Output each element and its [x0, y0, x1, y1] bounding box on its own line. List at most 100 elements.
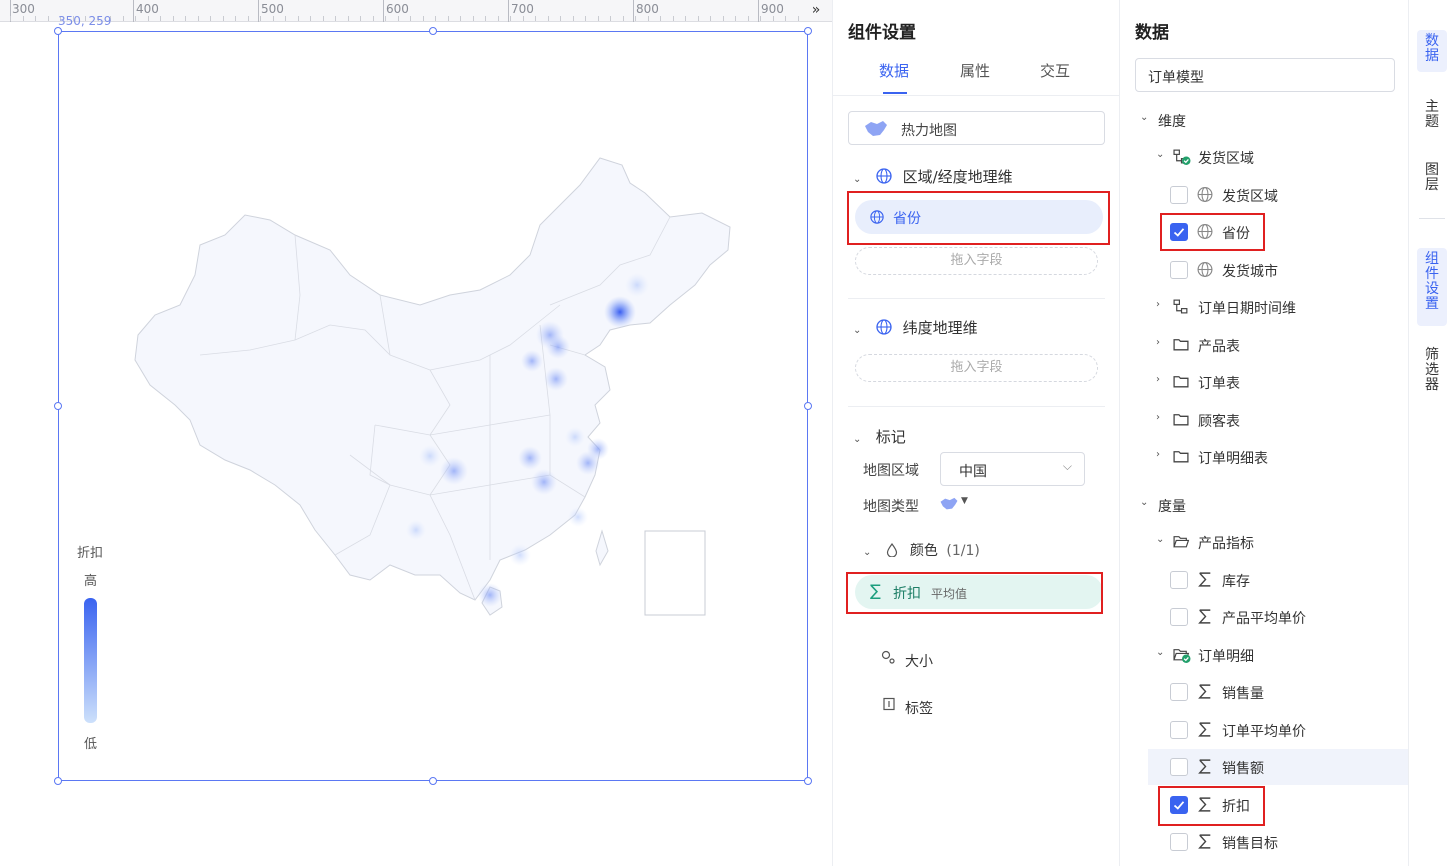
field-row[interactable]: 销售量 [1120, 677, 1408, 707]
tree-node[interactable]: › 订单表 [1120, 367, 1408, 397]
chevron-down-icon: ⌵ [1062, 459, 1072, 473]
resize-handle-bottom-right[interactable] [804, 777, 812, 785]
ruler-tick [172, 16, 174, 21]
field-row[interactable]: 订单平均单价 [1120, 715, 1408, 745]
ruler-tick [22, 16, 24, 21]
field-checkbox[interactable] [1170, 260, 1188, 279]
resize-handle-top-right[interactable] [804, 27, 812, 35]
section-lat-header[interactable]: ⌄ 纬度地理维 [853, 317, 978, 338]
tree-label: 订单明细表 [1198, 451, 1268, 467]
field-checkbox[interactable] [1170, 185, 1188, 204]
resize-handle-bottom[interactable] [429, 777, 437, 785]
chevron-right-icon[interactable]: › [1156, 449, 1160, 460]
tab-interaction[interactable]: 交互 [1040, 60, 1070, 81]
field-row[interactable]: 发货区域 [1120, 180, 1408, 210]
tree-node[interactable]: › 订单日期时间维 [1120, 292, 1408, 322]
field-checkbox[interactable] [1170, 720, 1188, 739]
tree-label: 库存 [1222, 573, 1250, 590]
ruler-tick [310, 16, 311, 21]
rail-item[interactable]: 主题 [1417, 96, 1447, 138]
field-row[interactable]: 库存 [1120, 565, 1408, 595]
section-geo-header[interactable]: ⌄ 区域/经度地理维 [853, 166, 1013, 187]
field-row[interactable]: 销售目标 [1120, 827, 1408, 857]
tree-node[interactable]: ⌄ 发货区域 [1120, 142, 1408, 172]
ruler-tick [510, 16, 511, 21]
ruler-label: 500 [261, 2, 284, 16]
chevron-down-icon[interactable]: ⌄ [1156, 647, 1164, 658]
field-checkbox[interactable] [1170, 608, 1188, 626]
section-marks-header[interactable]: ⌄ 标记 [853, 426, 906, 447]
rail-item[interactable]: 组件设置 [1417, 248, 1447, 326]
resize-handle-right[interactable] [804, 402, 812, 410]
highlight-box [846, 572, 1103, 614]
resize-handle-top-left[interactable] [54, 27, 62, 35]
map-region-select[interactable]: 中国 ⌵ [940, 452, 1085, 486]
field-row[interactable]: 产品平均单价 [1120, 602, 1408, 632]
size-label: 大小 [905, 654, 933, 670]
design-canvas[interactable]: 300 400 500 600 700 800 900 » 350, 259 折… [0, 0, 832, 866]
ruler-tick [272, 16, 274, 21]
color-count: (1/1) [946, 543, 980, 559]
china-heat-map[interactable] [130, 155, 750, 655]
tree-node[interactable]: › 顾客表 [1120, 405, 1408, 435]
tree-node[interactable]: ⌄ 产品指标 [1120, 527, 1408, 557]
field-row[interactable]: 发货城市 [1120, 255, 1408, 285]
tree-node[interactable]: ⌄ 订单明细 [1120, 640, 1408, 670]
chart-type-label: 热力地图 [901, 123, 957, 139]
field-checkbox[interactable] [1170, 758, 1188, 776]
ruler-mark [508, 0, 509, 22]
label-mark-row[interactable]: 标签 [881, 697, 933, 717]
resize-handle-left[interactable] [54, 402, 62, 410]
field-checkbox[interactable] [1170, 833, 1188, 851]
chart-type-selector[interactable]: 热力地图 [848, 111, 1105, 145]
color-title: 颜色 [909, 543, 938, 559]
hierarchy-checked-icon [1172, 148, 1192, 169]
ruler-tick [697, 16, 699, 21]
folder-icon [1172, 448, 1190, 469]
sigma-icon [1196, 721, 1214, 742]
ruler-label: 900 [761, 2, 784, 16]
ruler-label: 400 [136, 2, 159, 16]
chevron-down-icon: ⌄ [1140, 112, 1149, 123]
chevron-down-icon[interactable]: ⌄ [1156, 149, 1164, 160]
chevron-right-icon[interactable]: › [1156, 412, 1160, 423]
highlight-box [847, 191, 1110, 245]
lat-drop-zone[interactable]: 拖入字段 [855, 354, 1098, 382]
geo-drop-zone[interactable]: 拖入字段 [855, 247, 1098, 275]
ruler-tick [497, 16, 499, 21]
ruler-label: 600 [386, 2, 409, 16]
map-type-selector[interactable]: ▼ [939, 496, 973, 514]
rail-item[interactable]: 数据 [1417, 30, 1447, 72]
resize-handle-bottom-left[interactable] [54, 777, 62, 785]
chevron-right-icon[interactable]: › [1156, 299, 1160, 310]
tree-label: 销售量 [1222, 686, 1264, 702]
field-row[interactable]: 销售额 [1120, 752, 1408, 782]
chevron-down-icon: ⌄ [853, 434, 862, 445]
section-color-header[interactable]: ⌄ 颜色 (1/1) [863, 540, 980, 560]
tab-data[interactable]: 数据 [879, 60, 909, 81]
south-china-sea-inset [644, 530, 706, 616]
tab-properties[interactable]: 属性 [960, 60, 990, 81]
field-checkbox[interactable] [1170, 570, 1188, 589]
field-checkbox[interactable] [1170, 683, 1188, 701]
ruler-tick [422, 16, 424, 21]
tree-node[interactable]: › 订单明细表 [1120, 442, 1408, 472]
ruler-tick [485, 16, 486, 21]
size-mark-row[interactable]: 大小 [881, 650, 933, 670]
rail-item[interactable]: 图层 [1417, 159, 1447, 201]
legend-low-label: 低 [84, 737, 98, 752]
ruler-tick [347, 16, 349, 21]
chevron-down-icon: ⌄ [853, 325, 862, 336]
sigma-icon [1196, 758, 1214, 779]
chevron-right-icon[interactable]: › [1156, 374, 1160, 385]
rail-item[interactable]: 筛选器 [1417, 344, 1447, 402]
section-geo-title: 区域/经度地理维 [902, 168, 1013, 186]
tree-node[interactable]: › 产品表 [1120, 330, 1408, 360]
model-selector[interactable]: 订单模型 [1135, 58, 1395, 92]
ruler-tick [397, 16, 399, 21]
chevron-right-icon[interactable]: › [1156, 337, 1160, 348]
collapse-panel-button[interactable]: » [806, 1, 826, 21]
ruler-label: 300 [12, 2, 35, 16]
resize-handle-top[interactable] [429, 27, 437, 35]
chevron-down-icon[interactable]: ⌄ [1156, 534, 1164, 545]
